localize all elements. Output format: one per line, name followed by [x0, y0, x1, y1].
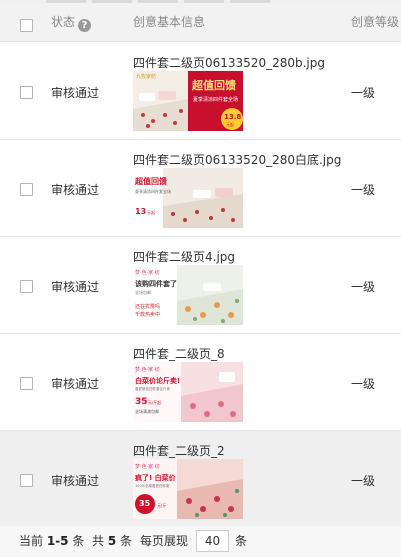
page-size-input[interactable]: 40	[196, 530, 229, 552]
thumb-price-unit: 元/斤起	[148, 399, 161, 405]
thumb-sub: 夏季清凉四件套全场	[135, 188, 171, 194]
current-range: 当前 1-5 条	[19, 526, 84, 557]
total-label: 共	[92, 534, 105, 548]
status-text: 审核通过	[51, 377, 100, 391]
thumb-logo: 梦·色·家·纺	[135, 366, 160, 373]
level-text: 一级	[351, 86, 376, 100]
creative-thumbnail[interactable]: 九牧家纺 超值回馈 夏季清凉四件套全场 13.8 元起	[133, 71, 243, 131]
thumb-sub: 100%全棉春夏四件套	[135, 483, 170, 488]
pagination-footer: 当前 1-5 条 共 5 条 每页展现 40 条	[0, 526, 401, 557]
thumb-headline: 超值回馈	[134, 176, 167, 186]
table-row: 审核通过 四件套二级页06133520_280b.jpg 九牧家纺 超值回馈 夏…	[0, 43, 401, 140]
status-text: 审核通过	[51, 474, 100, 488]
total-unit: 条	[120, 534, 133, 548]
creative-name: 四件套二级页06133520_280白底.jpg	[133, 153, 342, 167]
thumb-price: 13	[135, 207, 146, 216]
creative-thumbnail[interactable]: 超值回馈 夏季清凉四件套全场 13 元起	[133, 168, 243, 228]
row-checkbox[interactable]	[20, 474, 33, 487]
thumb-sub: 春夏新品四件套论斤卖	[135, 386, 170, 391]
thumb-logo: 梦·色·家·纺	[135, 269, 160, 276]
level-text: 一级	[351, 474, 376, 488]
row-checkbox[interactable]	[20, 377, 33, 390]
thumb-sub: 全场包邮	[135, 289, 151, 295]
thumb-tag: 全场满减包邮	[135, 408, 159, 414]
perpage-label: 每页展现	[140, 534, 189, 548]
table-row: 审核通过 四件套二级页06133520_280白底.jpg 超值回馈 夏季清凉四…	[0, 140, 401, 237]
current-unit: 条	[72, 534, 85, 548]
creative-thumbnail[interactable]: 梦·色·家·纺 白菜价论斤卖! 春夏新品四件套论斤卖 35 元/斤起 全场满减包…	[133, 362, 243, 422]
level-text: 一级	[351, 377, 376, 391]
thumb-sub: 夏季清凉四件套全场	[193, 96, 238, 103]
row-checkbox[interactable]	[20, 280, 33, 293]
thumb-headline: 超值回馈	[191, 78, 236, 92]
creative-name: 四件套_二级页_2	[133, 444, 225, 458]
current-label: 当前	[19, 534, 44, 548]
select-all-checkbox[interactable]	[20, 19, 33, 32]
thumb-price: 13.8	[224, 113, 241, 121]
creative-name: 四件套二级页4.jpg	[133, 250, 236, 264]
status-header-label: 状态	[51, 15, 76, 29]
thumb-price-unit: 元/斤	[157, 502, 166, 508]
thumb-badge: 九牧家纺	[136, 73, 156, 80]
thumb-headline: 疯了! 白菜价	[135, 473, 177, 482]
level-text: 一级	[351, 280, 376, 294]
thumb-price: 35	[135, 397, 148, 407]
level-column-header: 创意等级	[351, 15, 400, 29]
status-text: 审核通过	[51, 183, 100, 197]
row-checkbox[interactable]	[20, 86, 33, 99]
table-row: 审核通过 四件套二级页4.jpg 梦·色·家·纺 该购四件套了 全场包邮 还在犹…	[0, 237, 401, 334]
total-count: 共 5 条	[92, 526, 132, 557]
current-range-value: 1-5	[46, 534, 69, 548]
thumb-line3: 千款热卖中	[135, 311, 160, 318]
info-column-header: 创意基本信息	[133, 15, 206, 29]
row-checkbox[interactable]	[20, 183, 33, 196]
table-row: 审核通过 四件套_二级页_2 梦·色·家·纺 疯了! 白菜价 100%全棉春夏四…	[0, 431, 401, 528]
status-text: 审核通过	[51, 280, 100, 294]
status-column-header: 状态?	[51, 3, 92, 42]
thumb-logo: 梦·色·家·纺	[135, 463, 160, 470]
creative-thumbnail[interactable]: 梦·色·家·纺 该购四件套了 全场包邮 还在犹豫吗 千款热卖中	[133, 265, 243, 325]
thumb-headline: 该购四件套了	[135, 279, 177, 288]
help-icon[interactable]: ?	[78, 19, 92, 32]
thumb-price-unit: 元起	[226, 121, 234, 127]
creative-thumbnail[interactable]: 梦·色·家·纺 疯了! 白菜价 100%全棉春夏四件套 35 元/斤	[133, 459, 243, 519]
perpage-unit: 条	[235, 534, 248, 548]
thumb-line2: 还在犹豫吗	[135, 303, 160, 310]
table-row: 审核通过 四件套_二级页_8 梦·色·家·纺 白菜价论斤卖! 春夏新品四件套论斤…	[0, 334, 401, 431]
status-text: 审核通过	[51, 86, 100, 100]
table-header: 状态? 创意基本信息 创意等级	[0, 3, 401, 42]
thumb-price-unit: 元起	[147, 209, 155, 215]
creative-name: 四件套二级页06133520_280b.jpg	[133, 56, 325, 70]
thumb-headline: 白菜价论斤卖!	[135, 376, 180, 385]
creative-name: 四件套_二级页_8	[133, 347, 225, 361]
thumb-price: 35	[139, 499, 151, 508]
total-value: 5	[107, 534, 117, 548]
level-text: 一级	[351, 183, 376, 197]
